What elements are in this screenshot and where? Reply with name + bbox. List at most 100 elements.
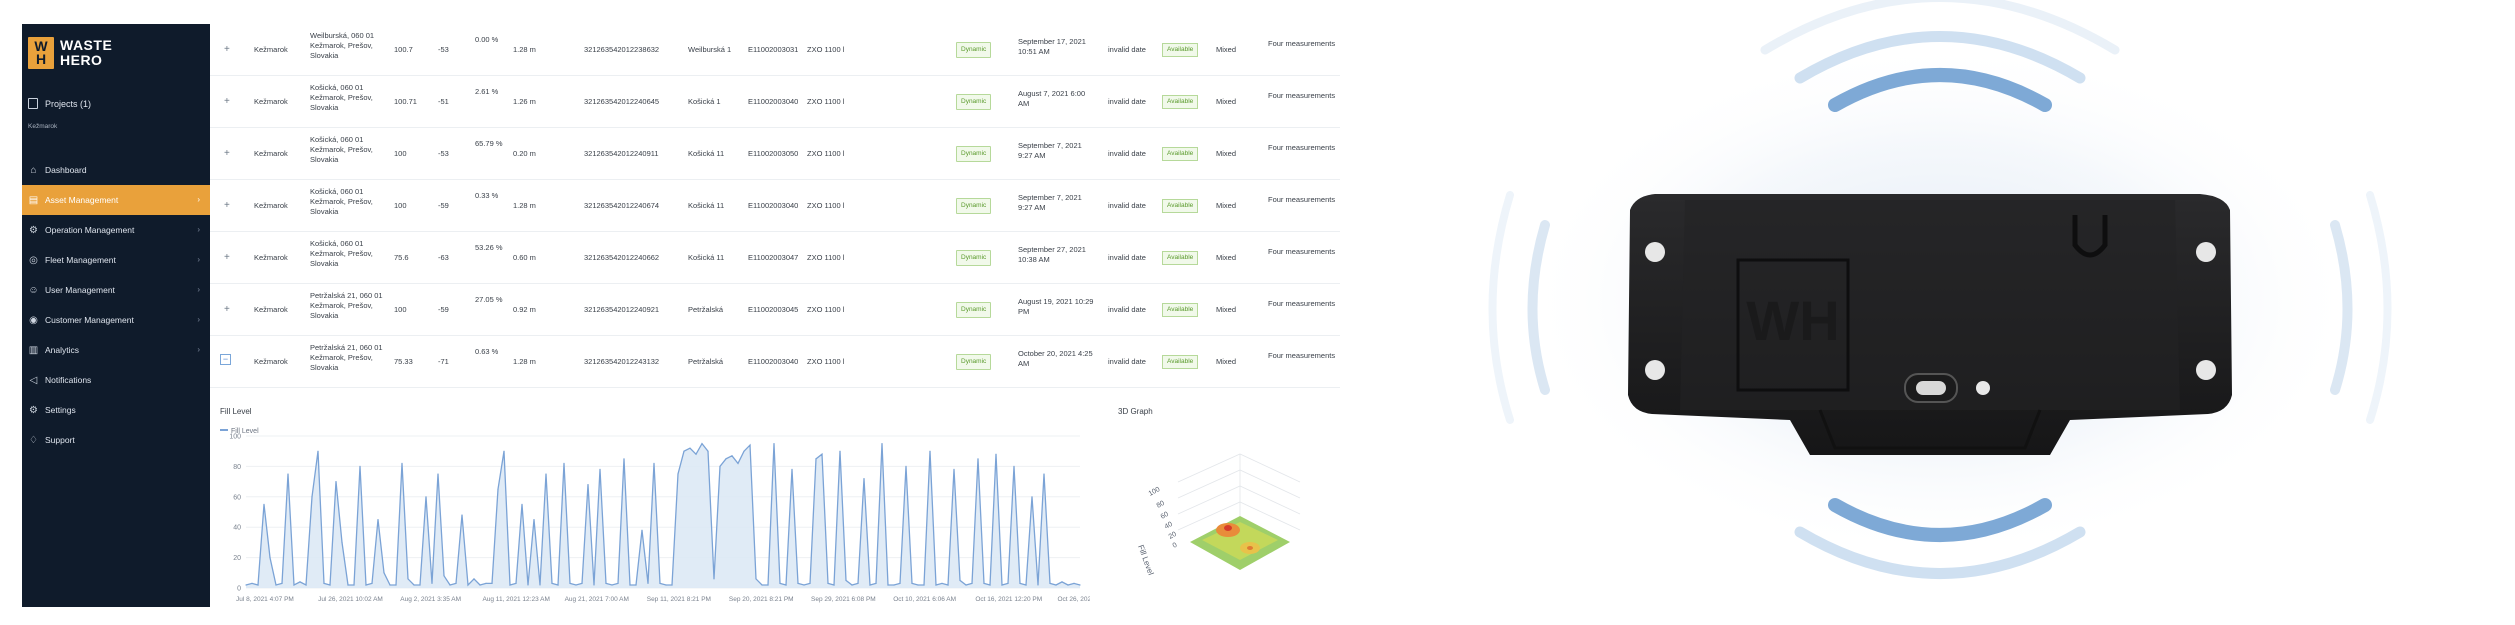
table-row[interactable]: + Kežmarok Košická, 060 01 Kežmarok, Prešo… [210,232,1340,284]
data-point [335,481,337,483]
data-point [989,584,991,586]
data-point [425,496,427,498]
expand-row-button[interactable]: + [224,253,230,263]
sidebar-item-notifications[interactable]: ◁ Notifications [22,365,210,395]
data-point [581,582,583,584]
data-point [659,582,661,584]
availability-badge: Available [1162,303,1199,317]
analytics-icon: ▥ [28,344,39,356]
date-status-cell: invalid date [1108,45,1146,54]
data-point [929,450,931,452]
sidebar-item-user-management[interactable]: ☺ User Management › [22,275,210,305]
data-point [1031,496,1033,498]
data-point [1049,582,1051,584]
x-tick-label: Oct 26, 2021 7: [1057,596,1090,603]
data-point [959,579,961,581]
expand-row-button[interactable]: + [224,305,230,315]
data-point [299,581,301,583]
data-point [701,443,703,445]
sidebar-item-label: Support [45,435,75,445]
projects-selector[interactable]: Projects (1) [28,98,91,109]
data-point [317,450,319,452]
expand-row-button[interactable]: − [220,354,231,365]
data-point [497,488,499,490]
3d-grid-line [1177,469,1301,499]
settings-icon: ⚙ [29,404,38,416]
city-cell: Kežmarok [254,149,288,158]
logo[interactable]: W H WASTE HERO [28,35,112,71]
data-point [395,584,397,586]
data-point [521,503,523,505]
data-point [383,572,385,574]
sidebar-item-settings[interactable]: ⚙ Settings [22,395,210,425]
expand-row-button[interactable]: + [224,45,230,55]
data-point [449,584,451,586]
x-tick-label: Oct 10, 2021 6:06 AM [893,596,956,603]
sidebar-item-operation-management[interactable]: ⚙ Operation Management › [22,215,210,245]
data-point [1025,584,1027,586]
data-point [665,584,667,586]
data-point [1013,465,1015,467]
data-point [1067,584,1069,586]
availability-badge: Available [1162,199,1199,213]
expand-row-button[interactable]: + [224,149,230,159]
expand-row-button[interactable]: + [224,97,230,107]
data-point [689,447,691,449]
chevron-right-icon: › [197,285,200,294]
fill-cell: 2.61 % [475,87,499,96]
fill-level-panel: Fill Level Fill Level 0 20 40 60 80 100 Jul 8, … [210,394,1090,607]
mode-badge: Dynamic [956,198,992,214]
date-cell: September 27, 2021 10:38 AM [1018,245,1086,264]
table-row[interactable]: + Kežmarok Košická, 060 01 Kežmarok, Prešo… [210,180,1340,232]
graph-3d-chart[interactable]: 100 80 60 40 20 0 Fill Level [1090,394,1340,607]
date-cell: September 7, 2021 9:27 AM [1018,193,1082,212]
data-point [839,450,841,452]
date-status-cell: invalid date [1108,253,1146,262]
sidebar-item-dashboard[interactable]: ⌂ Dashboard [22,155,210,185]
table-row[interactable]: − Kežmarok Petržalská 21, 060 01 Kežmarok,… [210,336,1340,388]
data-point [575,584,577,586]
fill-level-title: Fill Level [220,407,252,416]
3d-grid-line [1177,453,1301,483]
waste-type-cell: Mixed [1216,97,1237,106]
data-point [287,473,289,475]
sidebar-item-support[interactable]: ♢ Support [22,425,210,455]
value-cell: 100.71 [394,97,417,106]
table-row[interactable]: + Kežmarok Weilburská, 060 01 Kežmarok, Pr… [210,24,1340,76]
sidebar-item-customer-management[interactable]: ◉ Customer Management › [22,305,210,335]
measurements-cell: Four measurements [1268,195,1336,204]
data-point [629,584,631,586]
data-point [473,578,475,580]
data-point [587,484,589,486]
x-tick-label: Aug 21, 2021 7:00 AM [565,596,629,603]
data-point [677,473,679,475]
distance-cell: 1.26 m [513,97,536,106]
data-point [671,584,673,586]
data-point [857,582,859,584]
data-point [815,458,817,460]
data-point [257,584,259,586]
data-point [869,584,871,586]
expand-row-button[interactable]: + [224,201,230,211]
sidebar-item-asset-management[interactable]: ▤ Asset Management › [22,185,210,215]
sidebar-item-fleet-management[interactable]: ◎ Fleet Management › [22,245,210,275]
logo-line1: WASTE [60,37,113,53]
table-row[interactable]: + Kežmarok Košická, 060 01 Kežmarok, Prešo… [210,128,1340,180]
logo-mark: W H [28,37,54,69]
logo-line2: HERO [60,52,103,68]
table-row[interactable]: + Kežmarok Petržalská 21, 060 01 Kežmarok,… [210,284,1340,336]
street-cell: Weilburská 1 [688,45,732,54]
data-point [503,450,505,452]
x-tick-label: Oct 16, 2021 12:20 PM [975,596,1042,603]
data-point [281,582,283,584]
y-tick-label: 20 [233,555,241,562]
address-cell: Weilburská, 060 01 Kežmarok, Prešov, Slo… [310,31,375,60]
mount-hole-icon [2196,242,2216,262]
chevron-right-icon: › [197,225,200,234]
city-cell: Kežmarok [254,357,288,366]
fill-level-chart[interactable]: Fill Level020406080100Jul 8, 2021 4:07 P… [210,418,1090,607]
table-row[interactable]: + Kežmarok Košická, 060 01 Kežmarok, Prešo… [210,76,1340,128]
data-point [887,584,889,586]
container-cell: ZXO 1100 l [807,357,845,366]
sidebar-item-analytics[interactable]: ▥ Analytics › [22,335,210,365]
